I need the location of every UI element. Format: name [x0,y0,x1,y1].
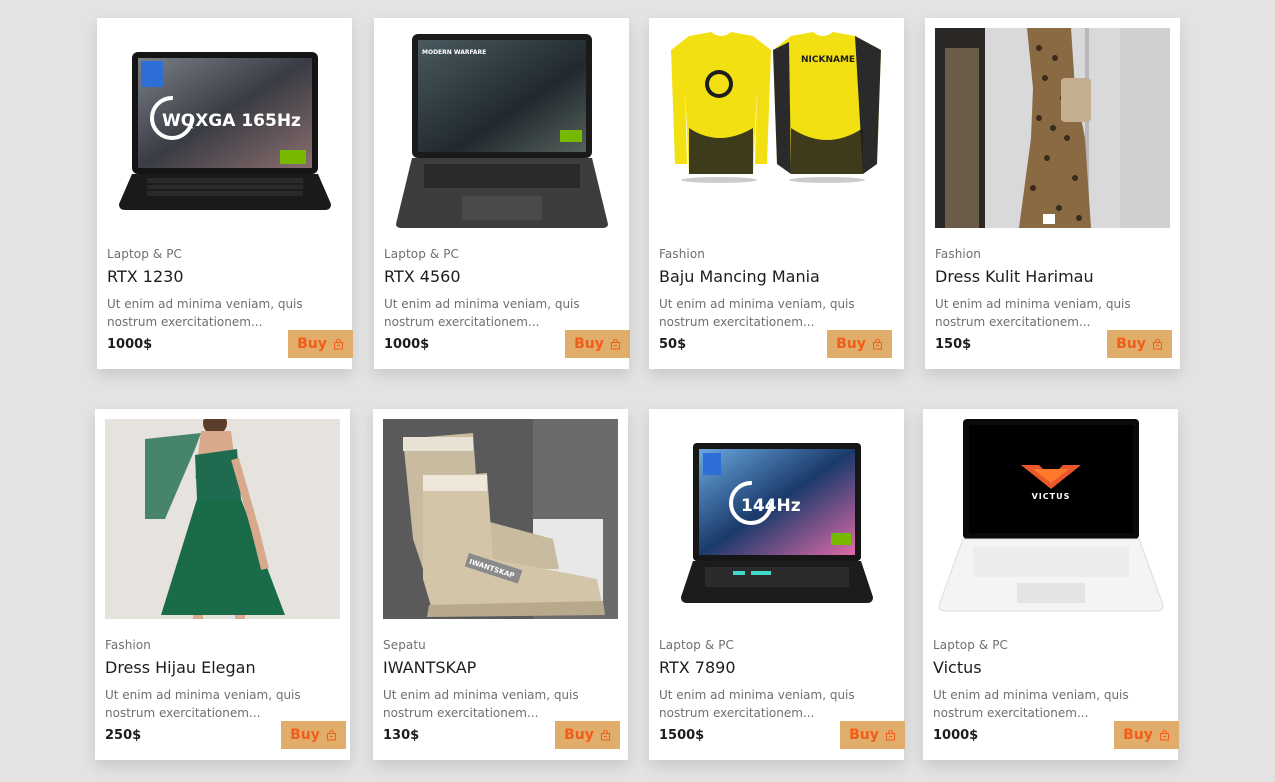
buy-button-label: Buy [297,336,327,352]
product-description: Ut enim ad minima veniam, quis nostrum e… [659,688,855,720]
product-price: 1000$ [384,337,430,352]
product-title[interactable]: Dress Hijau Elegan [105,658,256,677]
product-card[interactable]: Fashion Dress Hijau Elegan Ut enim ad mi… [95,409,350,760]
shopping-bag-icon [326,729,336,740]
product-description: Ut enim ad minima veniam, quis nostrum e… [933,688,1129,720]
product-card[interactable]: Fashion Dress Kulit Harimau Ut enim ad m… [925,18,1180,369]
product-description: Ut enim ad minima veniam, quis nostrum e… [384,297,580,329]
buy-button-label: Buy [574,336,604,352]
product-category: Laptop & PC [659,638,735,652]
buy-button[interactable]: Buy [281,721,346,749]
buy-button-label: Buy [564,727,594,743]
shopping-bag-icon [885,729,895,740]
product-card[interactable]: WQXGA 165Hz Laptop & PC RTX 1230 Ut enim… [97,18,353,369]
product-price: 130$ [383,728,420,743]
product-image-boots[interactable]: IWANTSKAP [383,419,618,619]
product-image-dress[interactable] [105,419,340,619]
image-caption: 144Hz [741,496,801,516]
buy-button-label: Buy [849,727,879,743]
product-image-dress[interactable] [935,28,1170,228]
buy-button[interactable]: Buy [288,330,353,358]
buy-button[interactable]: Buy [1114,721,1179,749]
product-title[interactable]: Dress Kulit Harimau [935,267,1094,286]
shopping-bag-icon [1152,338,1162,349]
product-title[interactable]: RTX 4560 [384,267,461,286]
buy-button-label: Buy [836,336,866,352]
product-category: Laptop & PC [107,247,183,261]
product-category: Fashion [935,247,981,261]
product-description: Ut enim ad minima veniam, quis nostrum e… [659,297,855,329]
product-card[interactable]: 144Hz Laptop & PC RTX 7890 Ut enim ad mi… [649,409,905,760]
buy-button-label: Buy [290,727,320,743]
shopping-bag-icon [610,338,620,349]
product-card[interactable]: VICTUS Laptop & PC Victus Ut enim ad min… [923,409,1179,760]
buy-button[interactable]: Buy [555,721,620,749]
product-category: Fashion [659,247,705,261]
product-card[interactable]: MODERN WARFARE Laptop & PC RTX 4560 Ut e… [374,18,630,369]
product-title[interactable]: Baju Mancing Mania [659,267,820,286]
product-image-laptop[interactable]: MODERN WARFARE [384,28,619,228]
product-card[interactable]: IWANTSKAP Sepatu IWANTSKAP Ut enim ad mi… [373,409,628,760]
product-description: Ut enim ad minima veniam, quis nostrum e… [107,297,303,329]
buy-button[interactable]: Buy [840,721,905,749]
product-price: 150$ [935,337,972,352]
product-price: 50$ [659,337,687,352]
shopping-bag-icon [600,729,610,740]
shopping-bag-icon [1159,729,1169,740]
product-description: Ut enim ad minima veniam, quis nostrum e… [383,688,579,720]
product-image-jersey[interactable]: NICKNAME [659,28,894,228]
product-price: 250$ [105,728,142,743]
product-price: 1500$ [659,728,705,743]
product-image-laptop[interactable]: 144Hz [659,419,894,619]
product-title[interactable]: RTX 7890 [659,658,736,677]
product-image-laptop[interactable]: WQXGA 165Hz [107,28,342,228]
image-caption: WQXGA 165Hz [162,111,301,131]
product-category: Laptop & PC [933,638,1009,652]
product-category: Fashion [105,638,151,652]
buy-button-label: Buy [1116,336,1146,352]
shopping-bag-icon [333,338,343,349]
product-title[interactable]: Victus [933,658,982,677]
buy-button-label: Buy [1123,727,1153,743]
product-description: Ut enim ad minima veniam, quis nostrum e… [935,297,1131,329]
product-title[interactable]: IWANTSKAP [383,658,476,677]
product-price: 1000$ [107,337,153,352]
shopping-bag-icon [872,338,882,349]
product-title[interactable]: RTX 1230 [107,267,184,286]
buy-button[interactable]: Buy [1107,330,1172,358]
product-category: Sepatu [383,638,426,652]
buy-button[interactable]: Buy [565,330,630,358]
image-caption: MODERN WARFARE [422,49,486,56]
image-caption: VICTUS [1032,492,1071,501]
buy-button[interactable]: Buy [827,330,892,358]
product-image-laptop[interactable]: VICTUS [933,419,1168,619]
product-description: Ut enim ad minima veniam, quis nostrum e… [105,688,301,720]
product-category: Laptop & PC [384,247,460,261]
product-price: 1000$ [933,728,979,743]
product-card[interactable]: NICKNAME Fashion Baju Mancing Mania Ut e… [649,18,904,369]
image-caption: NICKNAME [801,55,855,65]
